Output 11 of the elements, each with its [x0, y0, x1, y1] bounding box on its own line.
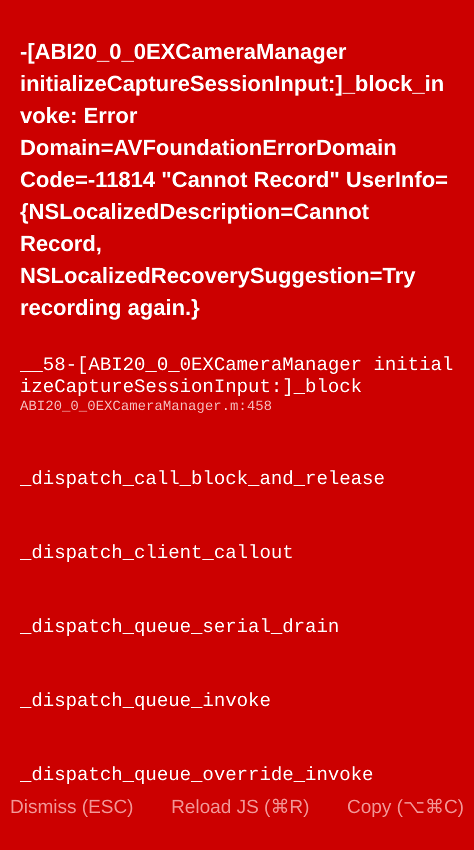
footer-button[interactable]: Reload JS (⌘R): [169, 786, 312, 830]
footer-button[interactable]: Copy (⌥⌘C): [344, 786, 466, 830]
footer-button[interactable]: Dismiss (ESC): [8, 786, 136, 830]
error-message: -[ABI20_0_0EXCameraManager initializeCaptureSessionInput:]_block_invoke: Error Domain=AVFoundationErrorDomain Code=-11814 "Cannot Record" UserInfo={NSLocalizedDescription=Cannot Record, NSLocalizedRecoverySuggestion=Try recording again.}: [20, 38, 449, 322]
frame-method: _dispatch_client_callout: [20, 542, 295, 564]
frame-method: _dispatch_call_block_and_release: [20, 468, 386, 490]
frame-file: ABI20_0_0EXCameraManager.m:458: [20, 398, 274, 416]
frame-method: _dispatch_queue_override_invoke: [20, 764, 374, 786]
frame-method: _dispatch_queue_serial_drain: [20, 616, 340, 638]
frame-method: _dispatch_queue_invoke: [20, 690, 272, 712]
frame-method: __58-[ABI20_0_0EXCameraManager initializeCaptureSessionInput:]_block: [20, 354, 454, 398]
